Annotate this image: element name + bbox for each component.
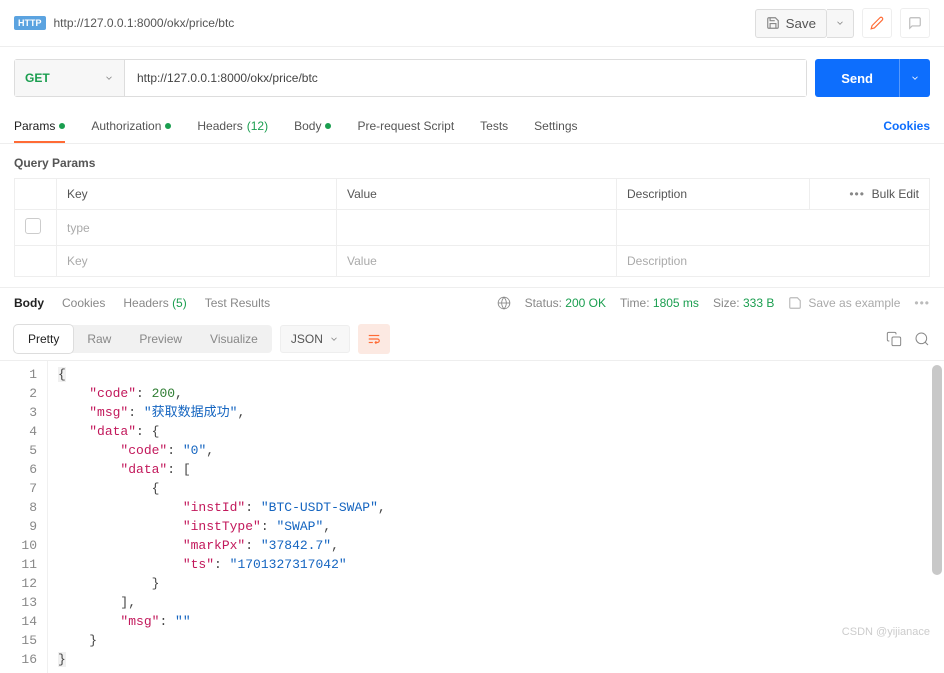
resp-tab-body[interactable]: Body [14, 296, 44, 310]
resp-tab-testresults[interactable]: Test Results [205, 296, 270, 310]
bulk-edit-link[interactable]: Bulk Edit [872, 187, 919, 201]
format-select[interactable]: JSON [280, 325, 350, 353]
view-raw[interactable]: Raw [73, 325, 125, 353]
tab-authorization[interactable]: Authorization [91, 109, 171, 143]
col-description: Description [617, 179, 810, 210]
comment-button[interactable] [900, 8, 930, 38]
tab-params[interactable]: Params [14, 109, 65, 143]
tab-tests[interactable]: Tests [480, 109, 508, 143]
activity-dot-icon [325, 123, 331, 129]
tab-headers[interactable]: Headers (12) [197, 109, 268, 143]
resp-tab-headers[interactable]: Headers (5) [123, 296, 186, 310]
chevron-down-icon [104, 73, 114, 83]
size-label: Size: 333 B [713, 296, 774, 310]
save-dropdown[interactable] [827, 9, 854, 38]
more-icon[interactable]: ••• [849, 187, 865, 201]
edit-button[interactable] [862, 8, 892, 38]
wrap-toggle[interactable] [358, 324, 390, 354]
pencil-icon [870, 16, 884, 30]
method-select[interactable]: GET [15, 60, 125, 96]
save-button[interactable]: Save [755, 9, 827, 38]
url-input[interactable] [125, 60, 806, 96]
save-icon [788, 296, 802, 310]
tab-prerequest[interactable]: Pre-request Script [357, 109, 454, 143]
status-label: Status: 200 OK [525, 296, 606, 310]
search-icon[interactable] [914, 331, 930, 347]
view-pretty[interactable]: Pretty [14, 325, 73, 353]
query-params-title: Query Params [0, 144, 944, 178]
send-dropdown[interactable] [899, 59, 930, 97]
resp-tab-cookies[interactable]: Cookies [62, 296, 105, 310]
chevron-down-icon [835, 18, 845, 28]
scrollbar-vertical[interactable] [932, 365, 942, 575]
activity-dot-icon [59, 123, 65, 129]
more-icon[interactable]: ••• [914, 296, 930, 310]
save-icon [766, 16, 780, 30]
table-row[interactable]: type [15, 210, 930, 246]
tab-settings[interactable]: Settings [534, 109, 577, 143]
comment-icon [908, 16, 922, 30]
globe-icon[interactable] [497, 296, 511, 310]
view-visualize[interactable]: Visualize [196, 325, 272, 353]
table-row[interactable]: Key Value Description [15, 246, 930, 277]
cookies-link[interactable]: Cookies [883, 109, 930, 143]
wrap-icon [366, 332, 382, 346]
col-key: Key [57, 179, 337, 210]
query-params-table: Key Value Description ••• Bulk Edit type… [14, 178, 930, 277]
view-preview[interactable]: Preview [125, 325, 196, 353]
row-checkbox[interactable] [25, 218, 41, 234]
watermark: CSDN @yijianace [842, 626, 930, 638]
http-badge: HTTP [14, 16, 46, 30]
response-body[interactable]: 12345678910111213141516 { "code": 200, "… [0, 361, 944, 673]
chevron-down-icon [329, 334, 339, 344]
chevron-down-icon [910, 73, 920, 83]
save-example-button[interactable]: Save as example [788, 296, 900, 310]
send-button[interactable]: Send [815, 59, 899, 97]
copy-icon[interactable] [886, 331, 902, 347]
activity-dot-icon [165, 123, 171, 129]
header-url: http://127.0.0.1:8000/okx/price/btc [54, 16, 235, 30]
tab-body[interactable]: Body [294, 109, 331, 143]
col-value: Value [337, 179, 617, 210]
time-label: Time: 1805 ms [620, 296, 699, 310]
